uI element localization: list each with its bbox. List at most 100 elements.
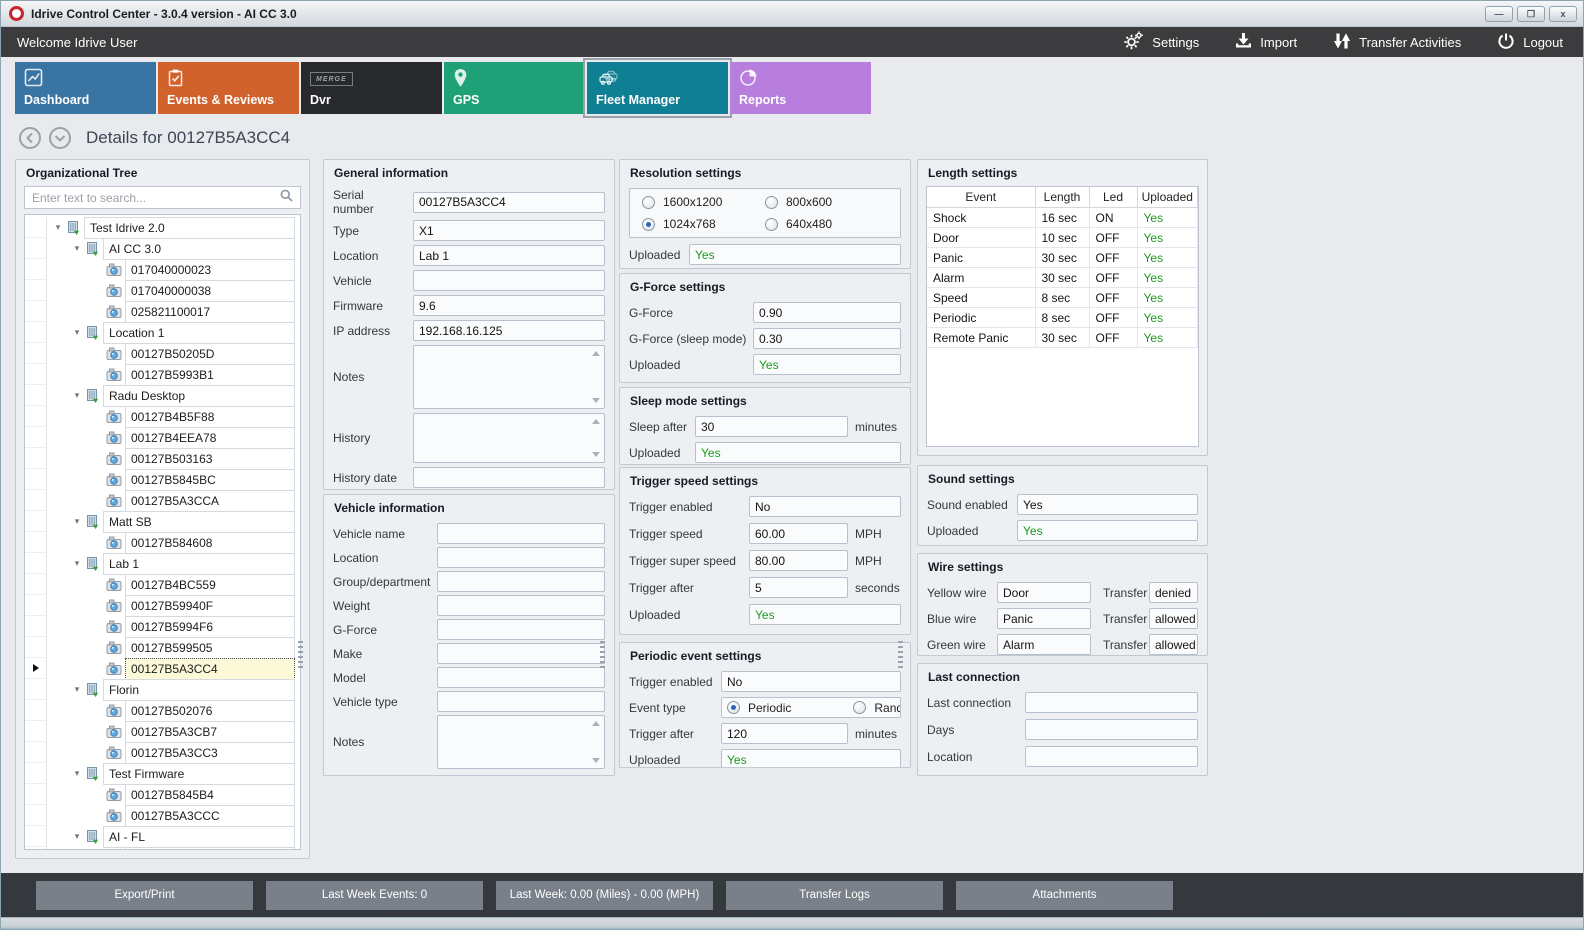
wire-event-field[interactable]: Door xyxy=(997,582,1091,603)
scroll-up-icon[interactable] xyxy=(592,721,600,726)
trigger-enabled-field[interactable]: No xyxy=(749,496,901,517)
tree-item-label[interactable]: 00127B59940F xyxy=(125,595,295,617)
tab-reports[interactable]: Reports xyxy=(730,62,871,114)
days-field[interactable] xyxy=(1025,719,1198,740)
tree-item-label[interactable]: 00127B584608 xyxy=(125,532,295,554)
back-arrow-button[interactable] xyxy=(18,126,42,150)
tab-gps[interactable]: GPS xyxy=(444,62,585,114)
export-print-button[interactable]: Export/Print xyxy=(36,881,253,910)
tree-item-00127b5845bc[interactable]: 00127B5845BC xyxy=(25,469,300,490)
transfer-value-field[interactable]: allowed xyxy=(1149,608,1198,629)
tree-item-label[interactable]: 00127B5A3CC4 xyxy=(125,658,295,680)
location-field[interactable] xyxy=(1025,746,1198,767)
g-force-field[interactable]: 0.90 xyxy=(753,302,901,323)
tree-item-label[interactable]: Test Idrive 2.0 xyxy=(84,217,295,239)
last-week-events-button[interactable]: Last Week Events: 0 xyxy=(266,881,483,910)
tree-item-00127b5a3cb7[interactable]: 00127B5A3CB7 xyxy=(25,721,300,742)
last-connection-field[interactable] xyxy=(1025,692,1198,713)
radio-option-periodic[interactable]: Periodic xyxy=(727,701,791,715)
logout-button[interactable]: Logout xyxy=(1497,31,1563,53)
location-field[interactable]: Lab 1 xyxy=(413,245,605,266)
radio-option-random[interactable]: Random xyxy=(853,701,901,715)
tree-item-label[interactable]: 00127B4BC559 xyxy=(125,574,295,596)
trigger-enabled-field[interactable]: No xyxy=(721,671,901,692)
uploaded-field[interactable]: Yes xyxy=(753,354,901,375)
tree-item-label[interactable]: 00127B5A3CCC xyxy=(125,805,295,827)
tree-item-label[interactable]: 00127B5A3CB7 xyxy=(125,721,295,743)
tree-item-00127b5a3cca[interactable]: 00127B5A3CCA xyxy=(25,490,300,511)
wire-event-field[interactable]: Alarm xyxy=(997,634,1091,655)
transfer-value-field[interactable]: allowed xyxy=(1149,634,1198,655)
tree-item-00127b4b5f88[interactable]: 00127B4B5F88 xyxy=(25,406,300,427)
sound-enabled-field[interactable]: Yes xyxy=(1017,494,1198,515)
history-date-field[interactable] xyxy=(413,467,605,488)
tab-dvr[interactable]: MERGEDvr xyxy=(301,62,442,114)
tree-item-ai-fl[interactable]: ▾AI - FL xyxy=(25,826,300,847)
radio-option-800x600[interactable]: 800x600 xyxy=(765,195,888,209)
transfer-logs-button[interactable]: Transfer Logs xyxy=(726,881,943,910)
tree-item-test-idrive-2-0[interactable]: ▾Test Idrive 2.0 xyxy=(25,217,300,238)
tree-item-label[interactable]: 00127B599505 xyxy=(125,637,295,659)
location-field[interactable] xyxy=(437,547,605,568)
tree-item-label[interactable]: AI - FL xyxy=(103,826,295,848)
tree-item-label[interactable]: 00127B50205D xyxy=(125,343,295,365)
tree-item-label[interactable]: Radu Desktop xyxy=(103,385,295,407)
ip-address-field[interactable]: 192.168.16.125 xyxy=(413,320,605,341)
tree-item-label[interactable]: 00127B5845BC xyxy=(125,469,295,491)
trigger-after-field[interactable]: 5 xyxy=(749,577,848,598)
trigger-speed-field[interactable]: 60.00 xyxy=(749,523,848,544)
tree-item-00127b59940f[interactable]: 00127B59940F xyxy=(25,595,300,616)
tab-fleet[interactable]: Fleet Manager xyxy=(587,62,728,114)
down-arrow-button[interactable] xyxy=(48,126,72,150)
tree-item-label[interactable]: 017040000038 xyxy=(125,280,295,302)
tree-item-label[interactable]: Lab 1 xyxy=(103,553,295,575)
radio-icon[interactable] xyxy=(642,218,655,231)
tree-item-matt-sb[interactable]: ▾Matt SB xyxy=(25,511,300,532)
table-row-alarm[interactable]: Alarm30 secOFFYes xyxy=(927,268,1198,288)
model-field[interactable] xyxy=(437,667,605,688)
tree-item-label[interactable]: 00127B4B5F88 xyxy=(125,406,295,428)
attachments-button[interactable]: Attachments xyxy=(956,881,1173,910)
type-field[interactable]: X1 xyxy=(413,220,605,241)
tree-item-label[interactable]: 00127B5993B1 xyxy=(125,364,295,386)
serial-number-field[interactable]: 00127B5A3CC4 xyxy=(413,192,605,213)
tree-item-00127b5a3cc3[interactable]: 00127B5A3CC3 xyxy=(25,742,300,763)
expander-icon[interactable]: ▾ xyxy=(70,243,84,254)
scroll-up-icon[interactable] xyxy=(592,351,600,356)
close-button[interactable]: x xyxy=(1549,6,1577,22)
uploaded-field[interactable]: Yes xyxy=(689,244,901,265)
uploaded-field[interactable]: Yes xyxy=(721,749,901,767)
column-header-event[interactable]: Event xyxy=(927,187,1035,208)
tree-item-radu-desktop[interactable]: ▾Radu Desktop xyxy=(25,385,300,406)
uploaded-field[interactable]: Yes xyxy=(749,604,901,625)
tree-item-ai-cc-3-0[interactable]: ▾AI CC 3.0 xyxy=(25,238,300,259)
scroll-down-icon[interactable] xyxy=(592,452,600,457)
g-force-field[interactable] xyxy=(437,619,605,640)
tree-item-label[interactable]: 00127B5A3CCA xyxy=(125,490,295,512)
scroll-down-icon[interactable] xyxy=(592,398,600,403)
tree-item-00127b599505[interactable]: 00127B599505 xyxy=(25,637,300,658)
tree-item-label[interactable]: 00127B5994F6 xyxy=(125,616,295,638)
tree-item-017040000038[interactable]: 017040000038 xyxy=(25,280,300,301)
column-header-length[interactable]: Length xyxy=(1035,187,1089,208)
radio-icon[interactable] xyxy=(765,196,778,209)
tree-item-label[interactable]: Test Firmware xyxy=(103,763,295,785)
tree-item-label[interactable]: 00127B5845B4 xyxy=(125,784,295,806)
tree-item-00127b5994f6[interactable]: 00127B5994F6 xyxy=(25,616,300,637)
scroll-up-icon[interactable] xyxy=(592,419,600,424)
tree-item-00127b5993b1[interactable]: 00127B5993B1 xyxy=(25,364,300,385)
tree-item-017040000037[interactable]: 017040000037 xyxy=(25,847,300,850)
minimize-button[interactable]: — xyxy=(1485,6,1513,22)
column-header-uploaded[interactable]: Uploaded xyxy=(1137,187,1198,208)
splitter-handle[interactable] xyxy=(298,641,303,671)
tree-item-lab-1[interactable]: ▾Lab 1 xyxy=(25,553,300,574)
transfer-button[interactable]: Transfer Activities xyxy=(1333,31,1461,53)
radio-icon[interactable] xyxy=(853,701,866,714)
trigger-after-field[interactable]: 120 xyxy=(721,723,848,744)
tree-item-00127b502076[interactable]: 00127B502076 xyxy=(25,700,300,721)
maximize-button[interactable]: ❐ xyxy=(1517,6,1545,22)
radio-option-1024x768[interactable]: 1024x768 xyxy=(642,217,765,231)
tree-item-00127b50205d[interactable]: 00127B50205D xyxy=(25,343,300,364)
splitter-handle[interactable] xyxy=(898,641,903,671)
last-week-button[interactable]: Last Week: 0.00 (Miles) - 0.00 (MPH) xyxy=(496,881,713,910)
